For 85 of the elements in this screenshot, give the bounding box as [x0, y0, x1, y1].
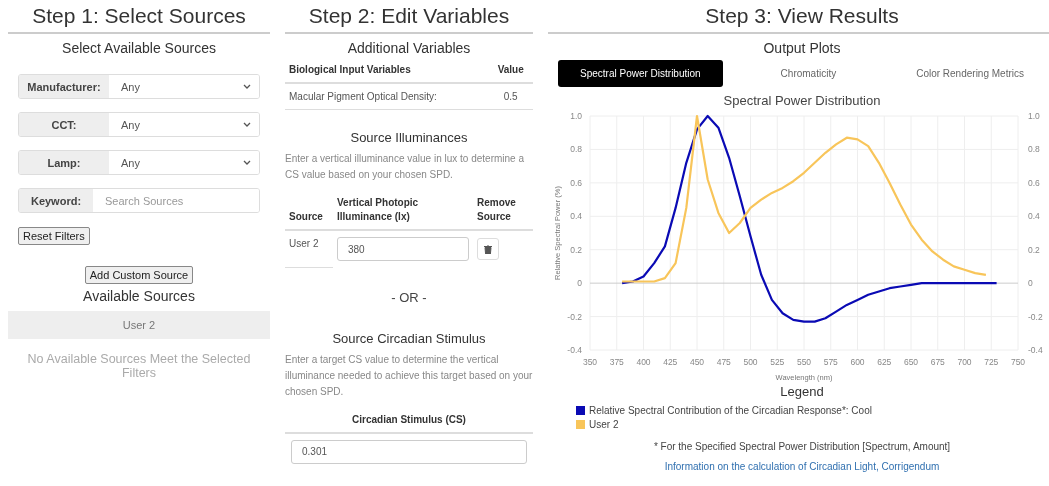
y-tick-label: -0.2	[1028, 311, 1043, 322]
column-header: Vertical Photopic Illuminance (lx)	[333, 191, 473, 230]
filter-label: Lamp:	[19, 151, 109, 174]
x-tick-label: 700	[957, 357, 972, 367]
y-tick-label: 1.0	[1028, 111, 1040, 121]
empty-message: No Available Sources Meet the Selected Filters	[26, 353, 252, 381]
x-tick-label: 725	[984, 357, 999, 367]
y-tick-label: 1.0	[570, 111, 582, 121]
filter-label: Manufacturer:	[19, 75, 109, 98]
section-title: Output Plots	[762, 40, 842, 56]
circadian-stimulus-field[interactable]: 0.301	[291, 439, 527, 464]
column-header: Source	[285, 191, 333, 230]
description-text: Enter a vertical illuminance value in lux to determine a CS value based on your chosen SPD.	[285, 152, 525, 182]
x-tick-label: 600	[850, 357, 865, 367]
section-title: Source Illuminances	[349, 130, 469, 145]
y-tick-label: 0.2	[570, 244, 582, 255]
table-cell: 0.5	[488, 83, 533, 110]
y-tick-label: 0.8	[1028, 144, 1040, 155]
keyword-field[interactable]: Keyword: Search Sources	[18, 188, 260, 213]
y-tick-label: 0.4	[1028, 211, 1040, 222]
chevron-down-icon	[243, 160, 251, 165]
footnote-text: * For the Specified Spectral Power Distribution [Spectrum, Amount]	[652, 441, 952, 452]
x-tick-label: 450	[689, 357, 705, 367]
delete-button[interactable]	[477, 238, 499, 260]
y-tick-label: 0.8	[570, 144, 582, 155]
x-tick-label: 750	[1010, 357, 1026, 367]
column-header: Value	[488, 58, 533, 83]
illuminance-field[interactable]: 380	[337, 237, 469, 261]
add-custom-source-button[interactable]: Add Custom Source	[84, 266, 194, 284]
info-link[interactable]: Information on the calculation of Circadian Light, Corrigendum	[548, 461, 1049, 472]
y-tick-label: 0.6	[1028, 177, 1040, 188]
chevron-down-icon	[243, 122, 251, 127]
plot-tab[interactable]: Color Rendering Metrics	[894, 60, 1046, 87]
y-tick-label: 0.2	[1028, 244, 1040, 255]
reset-filters-button[interactable]: Reset Filters	[18, 227, 90, 245]
x-tick-label: 500	[743, 357, 758, 367]
trash-icon	[484, 244, 492, 254]
source-item[interactable]: User 2	[8, 311, 270, 339]
x-tick-label: 675	[930, 357, 945, 367]
filter-dropdown[interactable]: Manufacturer: Any	[18, 74, 260, 99]
column-header: Biological Input Variables	[285, 58, 489, 83]
x-tick-label: 525	[770, 357, 785, 367]
or-divider-text: - OR -	[390, 289, 428, 305]
section-title: Source Circadian Stimulus	[331, 330, 487, 346]
step-title: Step 3: View Results	[548, 4, 1049, 34]
column-header: Remove Source	[473, 191, 533, 230]
y-tick-label: 0	[577, 278, 582, 289]
table-cell: User 2	[285, 230, 333, 267]
description-text: Enter a target CS value to determine the vertical illuminance needed to achieve this target based on your chosen SPD.	[285, 352, 533, 399]
section-title: Additional Variables	[346, 40, 472, 56]
filter-label: CCT:	[19, 113, 109, 136]
plot-tab[interactable]: Spectral Power Distribution	[558, 60, 723, 87]
filter-label: Keyword:	[19, 189, 93, 212]
legend-label: Relative Spectral Contribution of the Circadian Response*: Cool	[589, 404, 872, 416]
section-title: Available Sources	[82, 288, 196, 304]
chevron-down-icon	[243, 84, 251, 89]
table-cell: Macular Pigment Optical Density:	[285, 83, 489, 110]
dropdown-value: Any	[121, 118, 140, 131]
x-tick-label: 400	[636, 357, 651, 367]
plot-tab[interactable]: Chromaticity	[758, 60, 859, 87]
legend-label: User 2	[589, 418, 619, 430]
x-tick-label: 650	[903, 357, 919, 367]
step-title: Step 1: Select Sources	[8, 4, 270, 34]
y-tick-label: -0.4	[567, 345, 582, 355]
dropdown-value: Any	[121, 156, 140, 169]
x-tick-label: 375	[609, 357, 624, 367]
x-tick-label: 625	[877, 357, 892, 367]
chart-title: Spectral Power Distribution	[722, 93, 882, 108]
y-tick-label: 0	[1028, 278, 1033, 289]
y-tick-label: -0.2	[567, 311, 582, 322]
legend-title: Legend	[779, 384, 825, 399]
column-header: Circadian Stimulus (CS)	[285, 407, 533, 434]
dropdown-value: Any	[121, 80, 140, 93]
step-title: Step 2: Edit Variables	[285, 4, 533, 34]
x-tick-label: 350	[582, 357, 598, 367]
filter-dropdown[interactable]: Lamp: Any	[18, 150, 260, 175]
section-title: Select Available Sources	[61, 40, 217, 56]
y-tick-label: 0.6	[570, 177, 582, 188]
x-tick-label: 575	[823, 357, 838, 367]
y-tick-label: 0.4	[570, 211, 582, 222]
x-tick-label: 550	[796, 357, 812, 367]
x-tick-label: 475	[716, 357, 731, 367]
y-tick-label: -0.4	[1028, 345, 1043, 355]
filter-dropdown[interactable]: CCT: Any	[18, 112, 260, 137]
x-tick-label: 425	[663, 357, 678, 367]
